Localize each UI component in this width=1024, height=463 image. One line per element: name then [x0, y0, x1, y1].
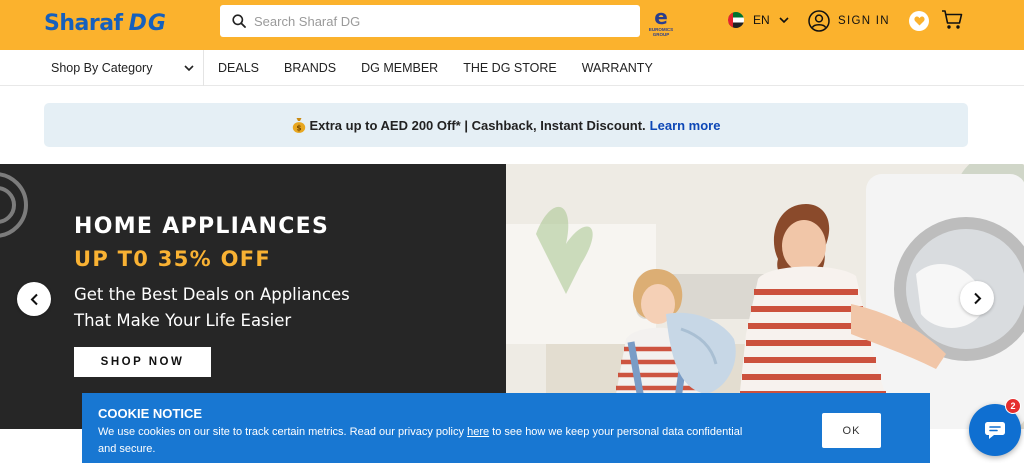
search-bar[interactable]	[220, 5, 640, 37]
nav-item-deals[interactable]: DEALS	[218, 61, 259, 75]
svg-text:$: $	[296, 123, 301, 132]
promo-text: Extra up to AED 200 Off* | Cashback, Ins…	[309, 117, 646, 133]
promo-banner: $ Extra up to AED 200 Off* | Cashback, I…	[44, 103, 968, 147]
money-bag-icon: $	[292, 118, 305, 133]
cookie-ok-button[interactable]: OK	[822, 413, 881, 448]
cart-icon	[942, 10, 963, 29]
chevron-down-icon	[779, 16, 789, 23]
learn-more-link[interactable]: Learn more	[650, 118, 721, 133]
language-selector[interactable]: EN	[728, 12, 789, 28]
hero-subtitle-line1: Get the Best Deals on Appliances	[74, 285, 350, 304]
cart-button[interactable]	[941, 9, 963, 35]
chevron-right-icon	[973, 292, 981, 304]
euronics-group-logo: e EUROMICS GROUP	[646, 7, 676, 37]
top-header: Sharaf DG e EUROMICS GROUP EN SIGN IN	[0, 0, 1024, 50]
uae-flag-icon	[728, 12, 744, 28]
heart-icon	[913, 16, 925, 26]
logo-text-sharaf: Sharaf	[44, 10, 123, 36]
hero-subtitle-line2: That Make Your Life Easier	[74, 311, 292, 330]
group-logo-mark: e	[654, 5, 668, 29]
sign-in-button[interactable]: SIGN IN	[808, 10, 890, 32]
cookie-notice-title: COOKIE NOTICE	[98, 406, 203, 421]
hero-carousel: HOME APPLIANCES UP T0 35% OFF Get the Be…	[0, 164, 1024, 429]
cookie-text-before: We use cookies on our site to track cert…	[98, 426, 465, 438]
wishlist-button[interactable]	[909, 11, 929, 31]
privacy-policy-link[interactable]: here	[467, 426, 489, 438]
group-logo-caption: EUROMICS GROUP	[648, 27, 674, 37]
sign-in-label: SIGN IN	[838, 15, 890, 27]
cookie-notice-text: We use cookies on our site to track cert…	[98, 424, 758, 458]
hero-title: HOME APPLIANCES	[74, 214, 330, 239]
search-icon	[232, 14, 246, 28]
carousel-prev-button[interactable]	[17, 282, 51, 316]
nav-links: DEALS BRANDS DG MEMBER THE DG STORE WARR…	[218, 50, 653, 86]
nav-item-brands[interactable]: BRANDS	[284, 61, 336, 75]
shop-by-category-label: Shop By Category	[51, 61, 153, 75]
hero-subtitle: Get the Best Deals on Appliances That Ma…	[74, 282, 404, 334]
carousel-next-button[interactable]	[960, 281, 994, 315]
cookie-notice: COOKIE NOTICE We use cookies on our site…	[82, 393, 930, 463]
mother-daughter-laundry-illustration	[506, 164, 1024, 429]
hero-text-panel: HOME APPLIANCES UP T0 35% OFF Get the Be…	[0, 164, 506, 429]
language-label: EN	[753, 13, 770, 27]
chevron-left-icon	[30, 293, 38, 305]
shop-by-category-dropdown[interactable]: Shop By Category	[38, 50, 204, 86]
nav-item-the-dg-store[interactable]: THE DG STORE	[463, 61, 557, 75]
hero-offer: UP T0 35% OFF	[74, 247, 272, 271]
chat-notification-badge: 2	[1005, 398, 1021, 414]
search-input[interactable]	[254, 13, 614, 29]
chat-bubble-icon	[985, 422, 1005, 439]
logo-text-dg: DG	[128, 10, 167, 36]
main-navigation: Shop By Category DEALS BRANDS DG MEMBER …	[0, 50, 1024, 86]
chevron-down-icon	[184, 64, 194, 71]
hero-image	[506, 164, 1024, 429]
shop-now-button[interactable]: SHOP NOW	[74, 347, 211, 377]
nav-item-warranty[interactable]: WARRANTY	[582, 61, 653, 75]
sharaf-dg-logo[interactable]: Sharaf DG	[44, 8, 167, 38]
nav-item-dg-member[interactable]: DG MEMBER	[361, 61, 438, 75]
user-icon	[808, 10, 830, 32]
